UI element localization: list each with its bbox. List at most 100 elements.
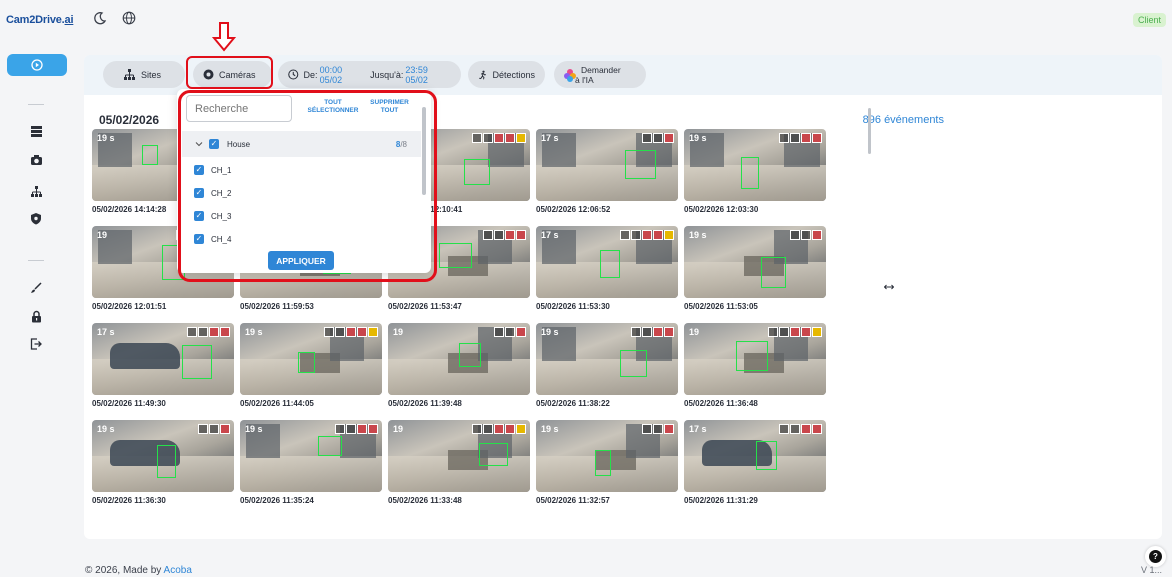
app-logo[interactable]: Cam2Drive.ai — [6, 14, 74, 26]
ask-ai-label: Demander à l'IA — [575, 64, 621, 85]
event-timestamp: 05/02/2026 11:33:48 — [388, 496, 462, 505]
sidebar-item-events[interactable] — [7, 54, 67, 76]
person-icon — [335, 424, 345, 434]
detection-badges — [620, 230, 674, 240]
event-tile[interactable]: 17 s 05/02/2026 12:06:52 — [536, 129, 678, 214]
moon-icon — [94, 12, 107, 25]
event-thumbnail[interactable]: 19 — [388, 323, 530, 395]
face-icon — [801, 327, 811, 337]
vehicle-icon — [664, 424, 674, 434]
event-timestamp: 05/02/2026 11:53:05 — [684, 302, 758, 311]
event-tile[interactable]: 19 s 05/02/2026 12:03:30 — [684, 129, 826, 214]
running-person-icon — [479, 70, 487, 79]
event-thumbnail[interactable]: 19 s — [536, 323, 678, 395]
vehicle-icon — [653, 327, 663, 337]
person-icon — [779, 424, 789, 434]
event-duration: 19 s — [689, 133, 707, 143]
car-icon — [664, 230, 674, 240]
standing-icon — [653, 424, 663, 434]
detection-badges — [494, 327, 526, 337]
event-timestamp: 05/02/2026 11:32:57 — [536, 496, 610, 505]
event-timestamp: 05/02/2026 11:59:53 — [240, 302, 314, 311]
person-icon — [187, 327, 197, 337]
standing-icon — [494, 230, 504, 240]
event-tile[interactable]: 17 s 05/02/2026 11:53:30 — [536, 226, 678, 311]
standing-icon — [198, 327, 208, 337]
event-thumbnail[interactable]: 19 s — [240, 420, 382, 492]
event-thumbnail[interactable]: 17 s — [536, 226, 678, 298]
face-icon — [516, 230, 526, 240]
events-date-title: 05/02/2026 — [99, 113, 160, 127]
event-thumbnail[interactable]: 19 s — [684, 129, 826, 201]
sidebar-divider — [28, 104, 44, 105]
event-tile[interactable]: 19 05/02/2026 11:39:48 — [388, 323, 530, 408]
event-thumbnail[interactable]: 19 s — [536, 420, 678, 492]
event-tile[interactable]: 19 s 05/02/2026 11:36:30 — [92, 420, 234, 505]
standing-icon — [631, 230, 641, 240]
company-link[interactable]: Acoba — [164, 565, 192, 576]
events-scrollbar[interactable] — [868, 108, 871, 154]
event-thumbnail[interactable]: 19 s — [92, 420, 234, 492]
event-tile[interactable]: 19 s 05/02/2026 11:35:24 — [240, 420, 382, 505]
sidebar-item-sites[interactable] — [27, 182, 45, 200]
event-thumbnail[interactable]: 19 — [684, 323, 826, 395]
event-tile[interactable]: 19 s 05/02/2026 11:53:05 — [684, 226, 826, 311]
brush-icon — [31, 282, 42, 293]
ai-sparkle-icon — [564, 68, 576, 82]
sidebar-item-security[interactable] — [27, 209, 45, 227]
event-duration: 19 — [393, 327, 404, 337]
detection-badges — [335, 424, 378, 434]
standing-icon — [642, 327, 652, 337]
sidebar-item-recorders[interactable] — [27, 122, 45, 140]
person-icon — [768, 327, 778, 337]
sites-filter-button[interactable]: Sites — [103, 61, 185, 88]
event-thumbnail[interactable]: 19 s — [684, 226, 826, 298]
event-duration: 19 — [689, 327, 700, 337]
sidebar-item-lock[interactable] — [27, 307, 45, 325]
face-icon — [220, 327, 230, 337]
event-duration: 17 s — [541, 133, 559, 143]
vehicle-icon — [801, 133, 811, 143]
event-thumbnail[interactable]: 17 s — [92, 323, 234, 395]
event-tile[interactable]: 17 s 05/02/2026 11:49:30 — [92, 323, 234, 408]
sidebar-item-cameras[interactable] — [27, 151, 45, 169]
detections-filter-button[interactable]: Détections — [468, 61, 545, 88]
face-icon — [664, 327, 674, 337]
date-range-filter-button[interactable]: De: 00:00 05/02 Jusqu'à: 23:59 05/02 — [278, 61, 461, 88]
event-thumbnail[interactable]: 17 s — [536, 129, 678, 201]
standing-icon — [779, 327, 789, 337]
resize-handle[interactable] — [883, 279, 895, 293]
dark-mode-toggle[interactable] — [93, 11, 107, 28]
event-tile[interactable]: 19 s 05/02/2026 11:32:57 — [536, 420, 678, 505]
event-thumbnail[interactable]: 19 s — [240, 323, 382, 395]
event-tile[interactable]: 19 s 05/02/2026 11:38:22 — [536, 323, 678, 408]
lock-icon — [31, 310, 41, 322]
event-duration: 17 s — [97, 327, 115, 337]
face-icon — [653, 230, 663, 240]
detection-badges — [790, 230, 822, 240]
event-thumbnail[interactable]: 17 s — [684, 420, 826, 492]
event-timestamp: 05/02/2026 11:36:30 — [92, 496, 166, 505]
vehicle-icon — [357, 424, 367, 434]
event-thumbnail[interactable]: 19 — [388, 420, 530, 492]
event-tile[interactable]: 19 s 05/02/2026 11:44:05 — [240, 323, 382, 408]
sidebar-item-logout[interactable] — [27, 335, 45, 353]
event-duration: 19 — [97, 230, 108, 240]
help-button[interactable]: ? — [1145, 546, 1166, 567]
sidebar: Cam2Drive.ai — [0, 0, 74, 577]
sidebar-item-edit[interactable] — [27, 279, 45, 297]
car-icon — [812, 327, 822, 337]
event-tile[interactable]: 17 s 05/02/2026 11:31:29 — [684, 420, 826, 505]
event-timestamp: 05/02/2026 11:44:05 — [240, 399, 314, 408]
face-icon — [505, 424, 515, 434]
standing-icon — [790, 424, 800, 434]
sites-filter-label: Sites — [141, 69, 162, 80]
standing-icon — [483, 133, 493, 143]
ask-ai-button[interactable]: Demander à l'IA — [554, 61, 646, 88]
sidebar-divider — [28, 260, 44, 261]
language-selector[interactable] — [122, 11, 136, 28]
event-duration: 19 s — [541, 327, 559, 337]
horizontal-arrows-icon — [883, 284, 895, 290]
event-tile[interactable]: 19 05/02/2026 11:33:48 — [388, 420, 530, 505]
event-tile[interactable]: 19 05/02/2026 11:36:48 — [684, 323, 826, 408]
